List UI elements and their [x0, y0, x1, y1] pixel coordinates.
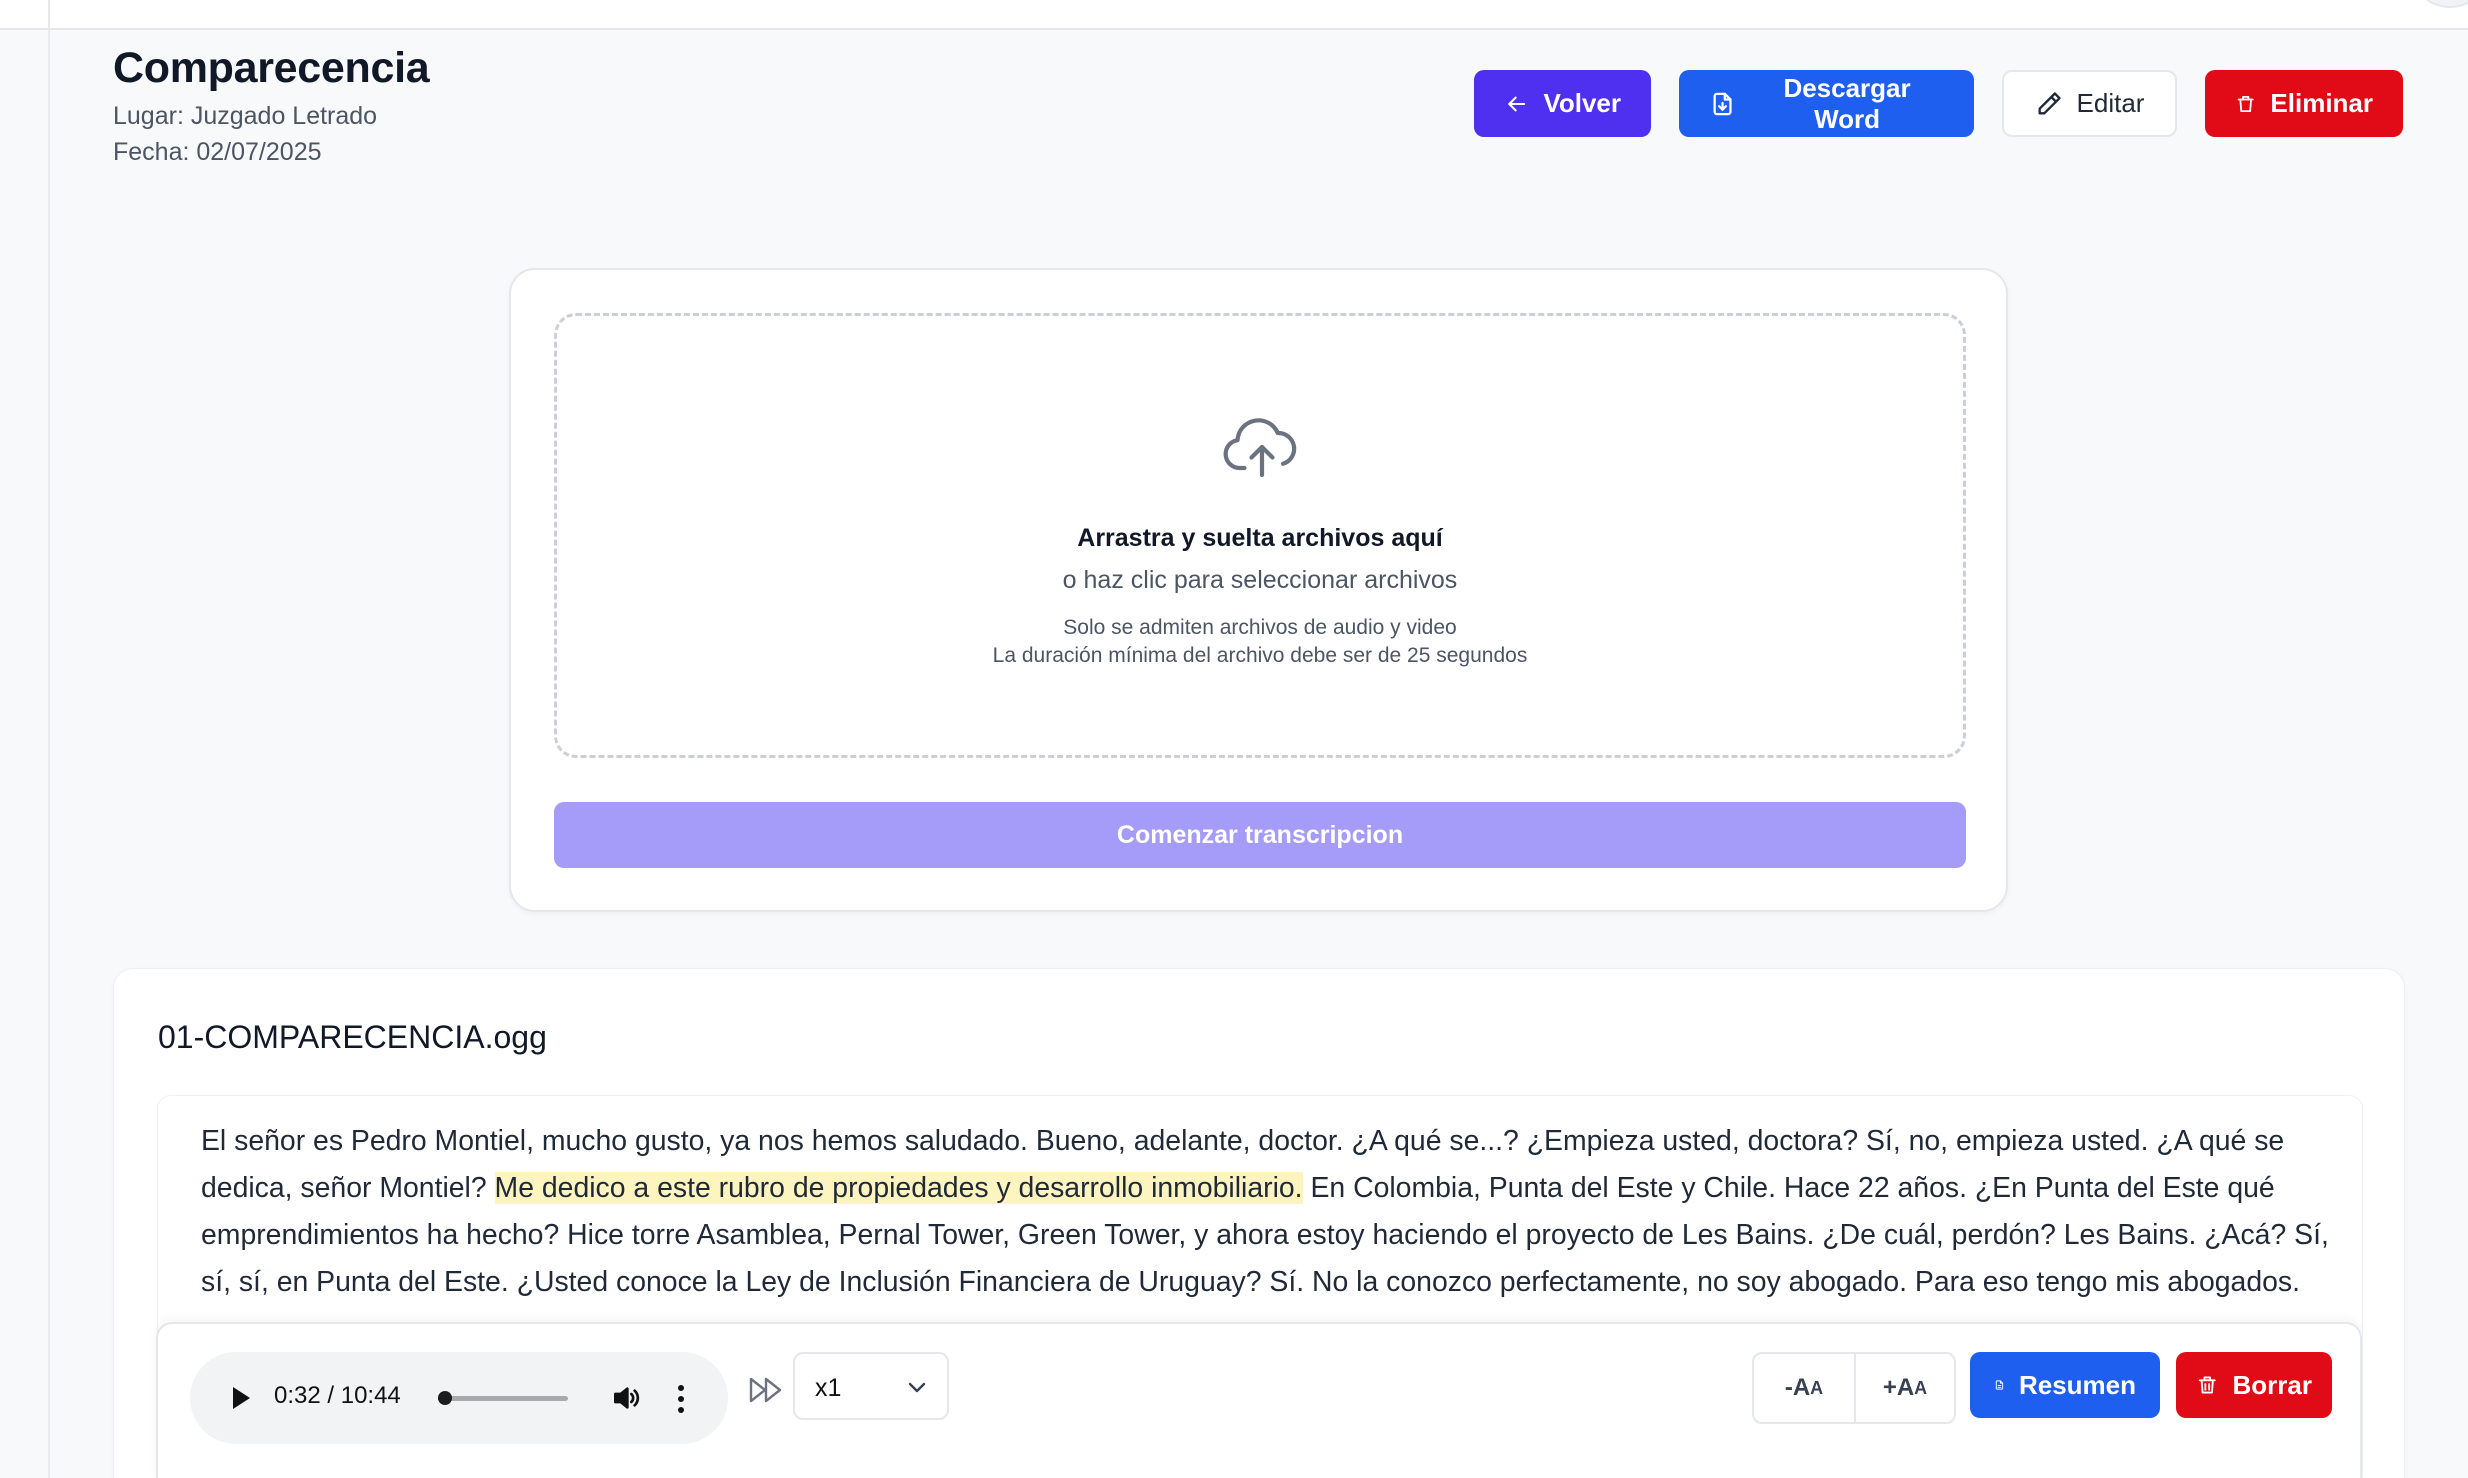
sidebar-divider	[48, 30, 50, 1478]
font-increase-button[interactable]: +A A	[1854, 1354, 1954, 1422]
header-actions: Volver Descargar Word Editar Eliminar	[1474, 70, 2403, 137]
download-word-button[interactable]: Descargar Word	[1679, 70, 1974, 137]
dropzone-formats-note: Solo se admiten archivos de audio y vide…	[1063, 616, 1457, 639]
top-bar	[0, 0, 2468, 30]
seek-slider[interactable]	[437, 1391, 568, 1405]
arrow-left-icon	[1508, 96, 1526, 111]
dropzone-subtitle: o haz clic para seleccionar archivos	[1062, 566, 1458, 594]
clear-button-label: Borrar	[2232, 1369, 2312, 1400]
chevron-down-icon	[908, 1382, 926, 1393]
edit-button-label: Editar	[2076, 88, 2145, 118]
place-label: Lugar: Juzgado Letrado	[113, 102, 378, 130]
document-icon	[1995, 1380, 2004, 1390]
delete-button-label: Eliminar	[2270, 88, 2373, 118]
more-options-icon[interactable]	[676, 1384, 686, 1414]
back-button-label: Volver	[1543, 88, 1621, 118]
file-download-icon	[1713, 92, 1732, 115]
clear-button[interactable]: Borrar	[2176, 1352, 2332, 1418]
font-size-controls: -A A +A A	[1752, 1352, 1956, 1424]
playback-time: 0:32 / 10:44	[274, 1382, 401, 1409]
pencil-icon	[2038, 91, 2061, 115]
volume-icon[interactable]	[610, 1382, 642, 1414]
summary-button[interactable]: Resumen	[1970, 1352, 2160, 1418]
trash-icon	[2198, 1376, 2216, 1394]
font-increase-glyph: A	[1914, 1377, 1928, 1398]
page-header: Comparecencia Lugar: Juzgado Letrado Fec…	[113, 38, 430, 170]
trash-icon	[2237, 95, 2254, 112]
seek-thumb[interactable]	[437, 1391, 452, 1405]
page-title: Comparecencia	[113, 44, 430, 92]
playback-speed-value: x1	[815, 1374, 842, 1402]
file-dropzone[interactable]: Arrastra y suelta archivos aquí o haz cl…	[554, 313, 1966, 758]
play-icon[interactable]	[230, 1386, 252, 1410]
date-label: Fecha: 02/07/2025	[113, 138, 322, 166]
summary-button-label: Resumen	[2018, 1369, 2136, 1400]
dropzone-title: Arrastra y suelta archivos aquí	[1077, 524, 1443, 552]
start-transcription-button[interactable]: Comenzar transcripcion	[554, 802, 1966, 868]
dropzone-duration-note: La duración mínima del archivo debe ser …	[992, 644, 1528, 667]
download-word-label: Descargar Word	[1783, 72, 1911, 134]
fast-forward-icon[interactable]	[748, 1376, 784, 1404]
font-decrease-label: -A	[1784, 1374, 1811, 1401]
topbar-divider	[48, 0, 50, 30]
delete-button[interactable]: Eliminar	[2205, 70, 2403, 137]
player-toolbar: 0:32 / 10:44 x1 -A A +A A Resumen Borrar	[156, 1322, 2362, 1478]
playback-speed-select[interactable]: x1	[793, 1352, 949, 1420]
font-increase-label: +A	[1882, 1374, 1915, 1401]
font-decrease-glyph: A	[1810, 1377, 1824, 1398]
back-button[interactable]: Volver	[1474, 70, 1651, 137]
audio-player: 0:32 / 10:44	[190, 1352, 728, 1444]
upload-card: Arrastra y suelta archivos aquí o haz cl…	[509, 268, 2008, 912]
cloud-upload-icon	[1223, 418, 1297, 478]
user-avatar[interactable]	[2418, 0, 2468, 8]
transcript-text: El señor es Pedro Montiel, mucho gusto, …	[201, 1118, 2331, 1306]
font-decrease-button[interactable]: -A A	[1754, 1354, 1854, 1422]
edit-button[interactable]: Editar	[2002, 70, 2177, 137]
file-name: 01-COMPARECENCIA.ogg	[158, 1019, 547, 1055]
transcript-highlight: Me dedico a este rubro de propiedades y …	[494, 1172, 1303, 1204]
